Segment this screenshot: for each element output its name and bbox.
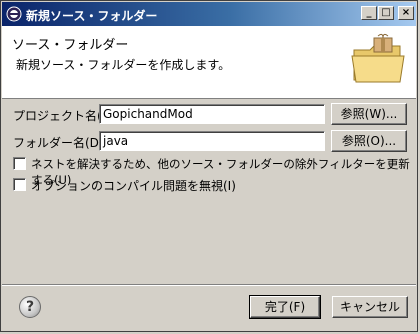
maximize-icon: □ — [381, 7, 391, 18]
ignore-problems-label: オプションのコンパイル問題を無視(I) — [31, 179, 236, 193]
footer-separator — [2, 284, 416, 286]
minimize-button[interactable]: _ — [361, 6, 377, 20]
window-title: 新規ソース・フォルダー — [26, 9, 158, 23]
banner-message: 新規ソース・フォルダーを作成します。 — [16, 58, 231, 72]
help-button[interactable]: ? — [19, 296, 41, 318]
maximize-button[interactable]: □ — [378, 6, 394, 20]
minimize-icon: _ — [366, 7, 372, 18]
title-bar[interactable]: 新規ソース・フォルダー _ □ × — [2, 2, 416, 26]
banner-title: ソース・フォルダー — [12, 38, 129, 53]
folder-package-icon — [351, 33, 405, 83]
folder-browse-button[interactable]: 参照(O)... — [331, 130, 407, 152]
eclipse-icon — [6, 6, 22, 22]
close-icon: × — [401, 7, 411, 18]
folder-name-field[interactable]: java — [99, 131, 325, 151]
dialog-window: 新規ソース・フォルダー _ □ × ソース・フォルダー 新規ソース・フォルダーを… — [0, 0, 418, 332]
ignore-problems-checkbox[interactable] — [13, 178, 26, 191]
close-button[interactable]: × — [398, 6, 414, 20]
nest-update-checkbox[interactable] — [13, 157, 26, 170]
help-icon: ? — [25, 299, 35, 315]
finish-button[interactable]: 完了(F) — [249, 295, 321, 319]
cancel-button[interactable]: キャンセル — [332, 296, 408, 318]
project-browse-button[interactable]: 参照(W)... — [331, 103, 407, 125]
folder-label: フォルダー名(D): — [13, 136, 108, 150]
wizard-banner: ソース・フォルダー 新規ソース・フォルダーを作成します。 — [2, 26, 416, 99]
project-name-field[interactable]: GopichandMod — [99, 104, 325, 124]
